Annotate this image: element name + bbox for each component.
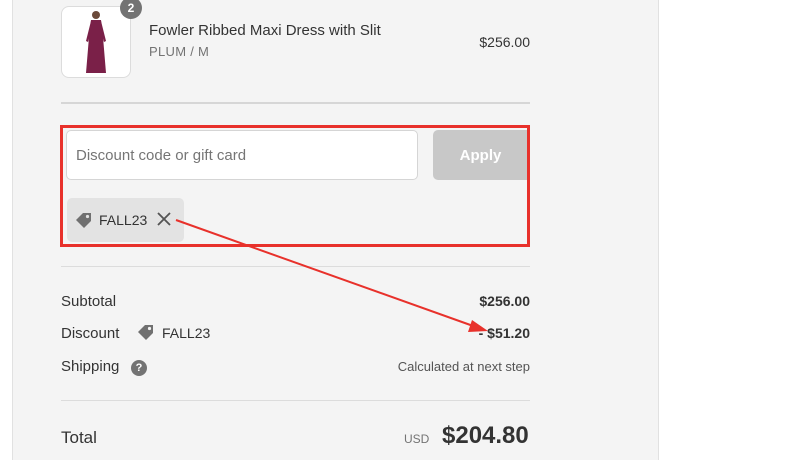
- product-price: $256.00: [479, 34, 530, 50]
- subtotal-value: $256.00: [479, 293, 530, 309]
- divider: [61, 266, 530, 267]
- currency-code: USD: [404, 432, 430, 446]
- divider: [61, 102, 530, 104]
- discount-code: FALL23: [162, 325, 211, 341]
- product-name: Fowler Ribbed Maxi Dress with Slit: [149, 22, 381, 39]
- product-variant: PLUM / M: [149, 44, 210, 59]
- annotation-highlight-box: [60, 125, 530, 247]
- total-amount: $204.80: [442, 422, 529, 449]
- shipping-label: Shipping: [61, 358, 120, 375]
- dress-image: [86, 11, 106, 73]
- divider: [61, 400, 530, 401]
- help-icon[interactable]: ?: [131, 360, 147, 376]
- discount-label: Discount: [61, 325, 120, 342]
- discount-value: - $51.20: [478, 325, 530, 341]
- tag-icon: [136, 322, 156, 347]
- total-label: Total: [61, 428, 97, 447]
- shipping-value: Calculated at next step: [397, 359, 530, 374]
- product-thumbnail: [61, 6, 131, 78]
- subtotal-label: Subtotal: [61, 293, 117, 310]
